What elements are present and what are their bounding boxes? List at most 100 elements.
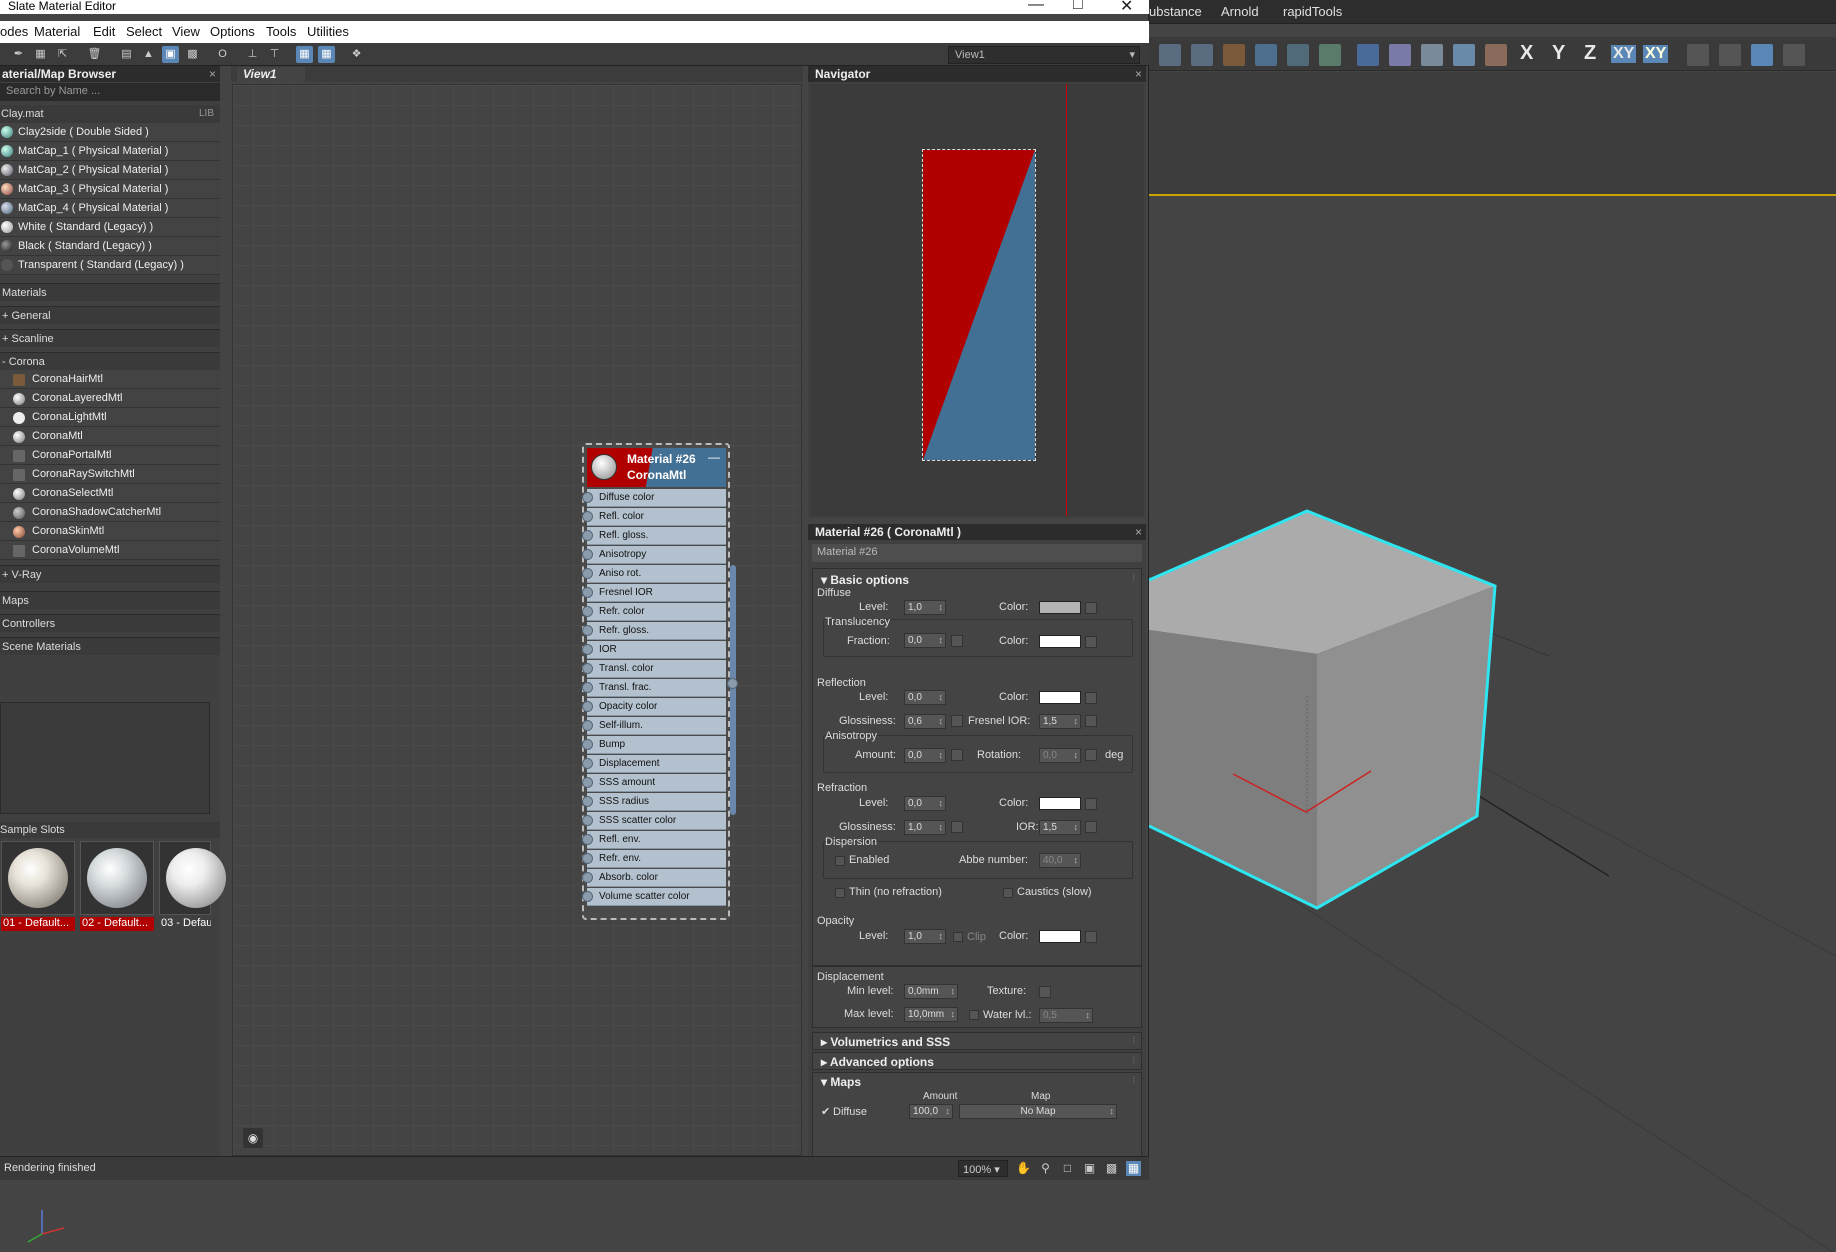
close-icon[interactable]: ×	[1135, 524, 1142, 540]
library-item[interactable]: Black ( Standard (Legacy) )	[0, 237, 220, 256]
basic-options-title[interactable]: ▾ Basic options	[821, 573, 909, 587]
menu-edit[interactable]: Edit	[93, 24, 115, 39]
node-input-socket[interactable]	[582, 644, 593, 655]
node-header[interactable]: Material #26 CoronaMtl —	[587, 448, 726, 487]
volumetrics-rollout[interactable]: ▸ Volumetrics and SSS ⁞	[812, 1032, 1142, 1050]
node-slot[interactable]: Self-illum.	[582, 717, 726, 735]
corona-item[interactable]: CoronaShadowCatcherMtl	[0, 503, 220, 522]
corona-item[interactable]: CoronaHairMtl	[0, 370, 220, 389]
node-output-socket[interactable]	[727, 678, 738, 689]
diffuse-map-button[interactable]	[1085, 602, 1097, 614]
camera-icon[interactable]	[1485, 44, 1507, 66]
library-item[interactable]: Clay2side ( Double Sided )	[0, 123, 220, 142]
material-name-input[interactable]: Material #26	[812, 544, 1142, 562]
spinner-snap-icon[interactable]	[1783, 44, 1805, 66]
fraction-spinner[interactable]: 0,0	[904, 633, 946, 648]
select-filter-icon[interactable]	[1191, 44, 1213, 66]
corona-item[interactable]: CoronaLightMtl	[0, 408, 220, 427]
min-level-spinner[interactable]: 0,0mm	[904, 984, 958, 999]
refl-gloss-spinner[interactable]: 0,6	[904, 714, 946, 729]
corona-item[interactable]: CoronaLayeredMtl	[0, 389, 220, 408]
parameter-editor-toggle-icon[interactable]: ▦	[318, 46, 335, 63]
node-slot[interactable]: Refl. color	[582, 508, 726, 526]
menu-modes[interactable]: odes	[0, 24, 28, 39]
max-level-spinner[interactable]: 10,0mm	[904, 1007, 958, 1022]
refr-gloss-map-button[interactable]	[951, 821, 963, 833]
node-slot[interactable]: Refl. gloss.	[582, 527, 726, 545]
node-input-socket[interactable]	[582, 815, 593, 826]
node-input-socket[interactable]	[582, 872, 593, 883]
menu-tools[interactable]: Tools	[266, 24, 296, 39]
node-slot[interactable]: Aniso rot.	[582, 565, 726, 583]
node-slot[interactable]: Volume scatter color	[582, 888, 726, 906]
diffuse-level-spinner[interactable]: 1,0	[904, 600, 946, 615]
library-item[interactable]: MatCap_2 ( Physical Material )	[0, 161, 220, 180]
library-item[interactable]: MatCap_3 ( Physical Material )	[0, 180, 220, 199]
ior-map-button[interactable]	[1085, 821, 1097, 833]
abbe-spinner[interactable]: 40,0	[1039, 853, 1081, 868]
render-icon[interactable]	[1287, 44, 1309, 66]
assign-material-icon[interactable]: ▦	[32, 46, 49, 63]
browser-search-input[interactable]: Search by Name ...	[0, 83, 220, 101]
group-scanline[interactable]: + Scanline	[0, 329, 220, 347]
reflection-map-button[interactable]	[1085, 692, 1097, 704]
node-input-socket[interactable]	[582, 587, 593, 598]
axis-xy-button[interactable]: XY	[1611, 45, 1637, 63]
node-input-socket[interactable]	[582, 606, 593, 617]
delete-icon[interactable]: 🗑	[86, 46, 103, 63]
node-slot[interactable]: Refl. env.	[582, 831, 726, 849]
close-icon[interactable]: ×	[209, 66, 216, 82]
sample-slots-header[interactable]: Sample Slots	[0, 822, 220, 838]
corona-item[interactable]: CoronaVolumeMtl	[0, 541, 220, 560]
node-slot[interactable]: Absorb. color	[582, 869, 726, 887]
node-slot[interactable]: IOR	[582, 641, 726, 659]
scene-materials-header[interactable]: Scene Materials	[0, 637, 220, 655]
library-header[interactable]: Clay.mat LIB	[0, 105, 220, 123]
navigator-view[interactable]	[810, 84, 1144, 516]
snap-icon[interactable]	[1421, 44, 1443, 66]
pick-material-icon[interactable]: ✒	[10, 46, 27, 63]
perspective-viewport[interactable]	[1149, 194, 1836, 1252]
render-setup-icon[interactable]	[1223, 44, 1245, 66]
render-active-icon[interactable]	[1319, 44, 1341, 66]
dispersion-enabled-checkbox[interactable]	[835, 856, 845, 866]
aniso-amount-map-button[interactable]	[951, 749, 963, 761]
texture-map-button[interactable]	[1039, 986, 1051, 998]
material-node[interactable]: Material #26 CoronaMtl — Diffuse color Re…	[582, 443, 738, 920]
reflection-level-spinner[interactable]: 0,0	[904, 690, 946, 705]
snapshot-icon[interactable]	[1159, 44, 1181, 66]
group-general[interactable]: + General	[0, 306, 220, 324]
node-slot[interactable]: Refr. gloss.	[582, 622, 726, 640]
zoom-icon[interactable]: ⚲	[1038, 1161, 1053, 1176]
zoom-extents-selected-icon[interactable]: ▩	[1104, 1161, 1119, 1176]
aniso-amount-spinner[interactable]: 0,0	[904, 748, 946, 763]
sample-slot[interactable]	[159, 841, 226, 915]
menu-utilities[interactable]: Utilities	[307, 24, 349, 39]
pan-to-selected-icon[interactable]: ▦	[1126, 1161, 1141, 1176]
close-button[interactable]: ✕	[1120, 0, 1133, 16]
node-slot[interactable]: Refr. color	[582, 603, 726, 621]
maps-header[interactable]: Maps	[0, 591, 220, 609]
layout-children-icon[interactable]: ⊤	[266, 46, 283, 63]
node-input-socket[interactable]	[582, 568, 593, 579]
corona-item[interactable]: CoronaSelectMtl	[0, 484, 220, 503]
aniso-rotation-map-button[interactable]	[1085, 749, 1097, 761]
library-item[interactable]: MatCap_1 ( Physical Material )	[0, 142, 220, 161]
fresnel-ior-spinner[interactable]: 1,5	[1039, 714, 1081, 729]
move-children-icon[interactable]: ▤	[118, 46, 135, 63]
materials-header[interactable]: Materials	[0, 283, 220, 301]
select-by-material-icon[interactable]: ❖	[348, 46, 365, 63]
render-frame-icon[interactable]	[1255, 44, 1277, 66]
node-input-socket[interactable]	[582, 492, 593, 503]
node-input-socket[interactable]	[582, 663, 593, 674]
reflection-color-swatch[interactable]	[1039, 691, 1081, 704]
axis-x-button[interactable]: X	[1520, 42, 1533, 65]
maps-title[interactable]: ▾ Maps	[821, 1075, 861, 1089]
group-vray[interactable]: + V-Ray	[0, 565, 220, 583]
menu-arnold[interactable]: Arnold	[1221, 4, 1259, 19]
sample-slot[interactable]	[1, 841, 75, 915]
snap-toggle-icon[interactable]	[1687, 44, 1709, 66]
node-input-socket[interactable]	[582, 853, 593, 864]
maps-diffuse-check[interactable]: ✔	[821, 1105, 830, 1118]
water-level-spinner[interactable]: 0,5	[1039, 1008, 1093, 1023]
